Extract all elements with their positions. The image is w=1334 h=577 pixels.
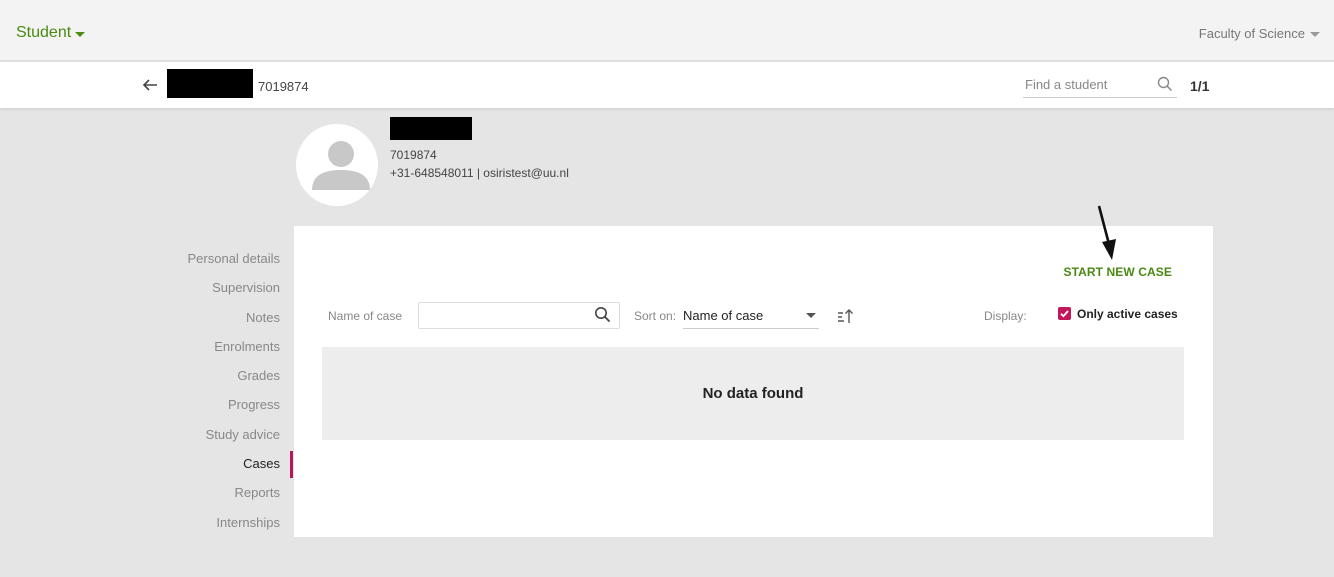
nav-item-grades[interactable]: Grades [140, 365, 280, 394]
student-bar: 7019874 1/1 [0, 62, 1334, 108]
faculty-label: Faculty of Science [1198, 26, 1305, 41]
redacted-student-name [167, 69, 253, 98]
app-switcher-dropdown[interactable]: Student [16, 24, 86, 42]
chevron-down-icon [1310, 32, 1320, 37]
nav-item-progress[interactable]: Progress [140, 394, 280, 423]
only-active-cases-checkbox[interactable] [1058, 307, 1071, 320]
name-of-case-input[interactable] [418, 302, 620, 329]
back-arrow-icon[interactable] [141, 76, 159, 94]
dropdown-caret-icon [806, 313, 816, 318]
only-active-cases-label[interactable]: Only active cases [1077, 307, 1178, 321]
redacted-profile-name [390, 117, 472, 140]
nav-item-cases[interactable]: Cases [140, 453, 280, 482]
cases-filter-bar: Name of case Sort on: Name of case Displ… [294, 302, 1213, 330]
student-id: 7019874 [258, 79, 309, 94]
nav-item-personal-details[interactable]: Personal details [140, 248, 281, 277]
start-new-case-button[interactable]: START NEW CASE [1063, 265, 1172, 279]
nav-item-internships[interactable]: Internships [140, 512, 280, 541]
profile-student-id: 7019874 [390, 148, 437, 162]
student-nav: Personal details Supervision Notes Enrol… [140, 248, 281, 541]
sort-select-value: Name of case [683, 308, 764, 323]
app-switcher-label: Student [16, 24, 72, 41]
display-label: Display: [984, 309, 1027, 323]
faculty-dropdown[interactable]: Faculty of Science [1199, 26, 1320, 41]
sort-direction-icon[interactable] [836, 307, 854, 325]
find-student-field [1023, 72, 1177, 98]
checkmark-icon [1060, 310, 1069, 318]
empty-state: No data found [322, 347, 1184, 440]
profile-contact: +31-648548011 | osiristest@uu.nl [390, 166, 569, 180]
nav-item-supervision[interactable]: Supervision [140, 277, 280, 306]
nav-item-reports[interactable]: Reports [140, 482, 280, 511]
avatar [296, 124, 378, 206]
empty-state-message: No data found [702, 385, 804, 402]
search-icon[interactable] [1157, 76, 1173, 92]
annotation-arrow-icon [1097, 205, 1116, 260]
cases-panel: START NEW CASE Name of case Sort on: Nam… [294, 205, 1213, 537]
sort-on-label: Sort on: [634, 309, 677, 323]
top-bar: Student Faculty of Science [0, 0, 1334, 61]
search-icon[interactable] [594, 306, 611, 323]
name-of-case-label: Name of case [328, 309, 403, 323]
nav-item-notes[interactable]: Notes [140, 307, 280, 336]
nav-item-enrolments[interactable]: Enrolments [140, 336, 280, 365]
pager: 1/1 [1190, 78, 1210, 94]
find-student-input[interactable] [1023, 72, 1143, 96]
active-nav-indicator [290, 451, 293, 478]
sort-select[interactable]: Name of case [683, 302, 819, 329]
person-placeholder-icon [312, 141, 370, 190]
nav-item-study-advice[interactable]: Study advice [140, 424, 280, 453]
chevron-down-icon [75, 31, 86, 37]
